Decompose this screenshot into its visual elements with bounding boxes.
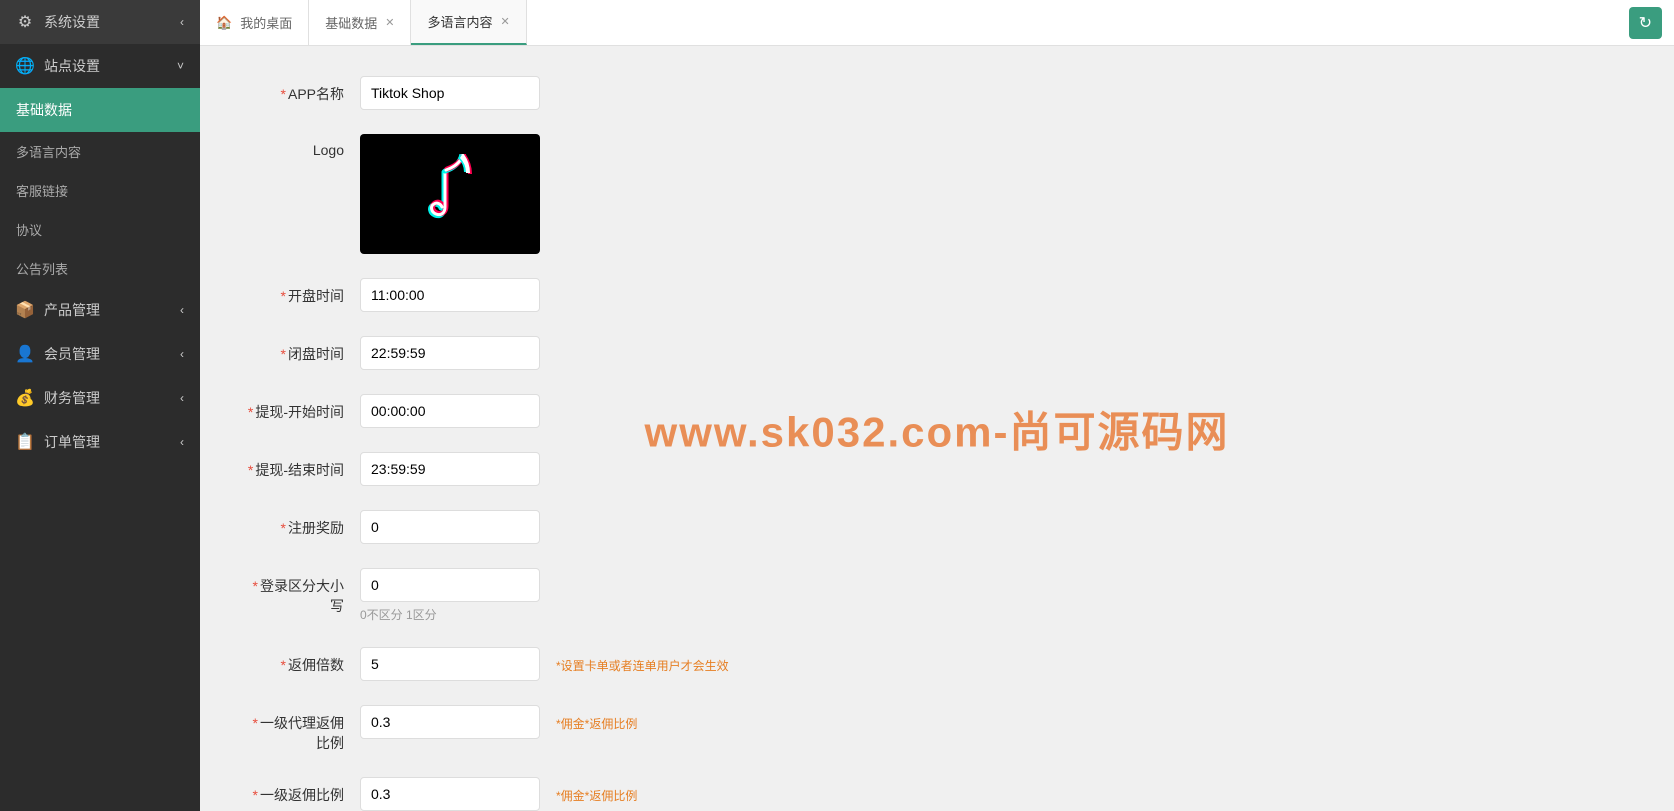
sidebar-item-label: 会员管理 xyxy=(44,344,100,364)
tiktok-logo-image xyxy=(410,154,490,234)
chevron-left-icon: ‹ xyxy=(180,303,184,317)
logo-box[interactable] xyxy=(360,134,540,254)
rebate-multiplier-label: 返佣倍数 xyxy=(240,647,360,675)
form-row-logo: Logo xyxy=(240,134,1634,254)
close-time-control xyxy=(360,336,540,370)
form-row-level1-rebate: 一级返佣比例 *佣金*返佣比例 xyxy=(240,777,1634,811)
finance-icon: 💰 xyxy=(16,389,34,407)
tab-bar: 🏠 我的桌面 基础数据 ✕ 多语言内容 ✕ ↻ xyxy=(200,0,1674,46)
tab-label: 基础数据 xyxy=(325,13,377,32)
form-row-login-case: 登录区分大小写 0不区分 1区分 xyxy=(240,568,1634,623)
form-row-rebate-multiplier: 返佣倍数 *设置卡单或者连单用户才会生效 xyxy=(240,647,1634,681)
rebate-multiplier-control xyxy=(360,647,540,681)
sidebar-item-label: 产品管理 xyxy=(44,300,100,320)
logo-label: Logo xyxy=(240,134,360,158)
sidebar-item-member-mgmt[interactable]: 👤 会员管理 ‹ xyxy=(0,332,200,376)
site-icon: 🌐 xyxy=(16,57,34,75)
sidebar-item-label: 公告列表 xyxy=(16,262,68,277)
sidebar-item-label: 客服链接 xyxy=(16,184,68,199)
agent1-rebate-input[interactable] xyxy=(360,705,540,739)
sidebar-item-label: 财务管理 xyxy=(44,388,100,408)
level1-rebate-input[interactable] xyxy=(360,777,540,811)
agent1-rebate-label: 一级代理返佣比例 xyxy=(240,705,360,753)
app-name-label: APP名称 xyxy=(240,76,360,104)
sidebar: ⚙ 系统设置 ‹ 🌐 站点设置 ˅ 基础数据 多语言内容 客服链接 协议 公告列… xyxy=(0,0,200,811)
close-time-label: 闭盘时间 xyxy=(240,336,360,364)
agent1-rebate-control xyxy=(360,705,540,739)
app-name-input[interactable] xyxy=(360,76,540,110)
form-row-withdraw-start: 提现-开始时间 xyxy=(240,394,1634,428)
tab-my-desktop[interactable]: 🏠 我的桌面 xyxy=(200,0,309,45)
open-time-input[interactable] xyxy=(360,278,540,312)
sidebar-item-system-settings[interactable]: ⚙ 系统设置 ‹ xyxy=(0,0,200,44)
withdraw-start-label: 提现-开始时间 xyxy=(240,394,360,422)
sidebar-item-basic-data[interactable]: 基础数据 xyxy=(0,88,200,132)
tab-label: 我的桌面 xyxy=(240,13,292,32)
tab-label: 多语言内容 xyxy=(427,12,492,31)
sidebar-item-label: 多语言内容 xyxy=(16,145,81,160)
chevron-left-icon: ‹ xyxy=(180,391,184,405)
form-row-register-reward: 注册奖励 xyxy=(240,510,1634,544)
main-content: 🏠 我的桌面 基础数据 ✕ 多语言内容 ✕ ↻ www.sk032.com-尚可… xyxy=(200,0,1674,811)
login-case-input[interactable] xyxy=(360,568,540,602)
login-case-hint: 0不区分 1区分 xyxy=(360,606,540,623)
chevron-left-icon: ‹ xyxy=(180,15,184,29)
gear-icon: ⚙ xyxy=(16,13,34,31)
tab-basic-data[interactable]: 基础数据 ✕ xyxy=(309,0,411,45)
sidebar-item-announcement[interactable]: 公告列表 xyxy=(0,249,200,288)
form-row-app-name: APP名称 xyxy=(240,76,1634,110)
agent1-rebate-hint: *佣金*返佣比例 xyxy=(556,705,637,732)
sidebar-item-label: 协议 xyxy=(16,223,42,238)
level1-rebate-control xyxy=(360,777,540,811)
sidebar-item-label: 系统设置 xyxy=(44,12,100,32)
level1-rebate-label: 一级返佣比例 xyxy=(240,777,360,805)
chevron-left-icon: ‹ xyxy=(180,347,184,361)
login-case-control: 0不区分 1区分 xyxy=(360,568,540,623)
open-time-control xyxy=(360,278,540,312)
sidebar-item-order-mgmt[interactable]: 📋 订单管理 ‹ xyxy=(0,420,200,464)
sidebar-item-label: 基础数据 xyxy=(16,100,72,120)
register-reward-input[interactable] xyxy=(360,510,540,544)
sidebar-item-label: 站点设置 xyxy=(44,56,100,76)
withdraw-end-label: 提现-结束时间 xyxy=(240,452,360,480)
home-icon: 🏠 xyxy=(216,15,232,31)
register-reward-control xyxy=(360,510,540,544)
rebate-multiplier-hint: *设置卡单或者连单用户才会生效 xyxy=(556,647,729,674)
sidebar-item-agreement[interactable]: 协议 xyxy=(0,210,200,249)
member-icon: 👤 xyxy=(16,345,34,363)
sidebar-item-site-settings[interactable]: 🌐 站点设置 ˅ xyxy=(0,44,200,88)
open-time-label: 开盘时间 xyxy=(240,278,360,306)
page-content: www.sk032.com-尚可源码网 APP名称 Logo xyxy=(200,46,1674,811)
withdraw-start-input[interactable] xyxy=(360,394,540,428)
rebate-multiplier-input[interactable] xyxy=(360,647,540,681)
tab-close-basic-data[interactable]: ✕ xyxy=(385,16,394,29)
chevron-down-icon: ˅ xyxy=(177,59,184,73)
tab-close-multilang[interactable]: ✕ xyxy=(500,15,509,28)
sidebar-item-label: 订单管理 xyxy=(44,432,100,452)
withdraw-end-control xyxy=(360,452,540,486)
chevron-left-icon: ‹ xyxy=(180,435,184,449)
tab-multilang-content[interactable]: 多语言内容 ✕ xyxy=(411,0,526,45)
logo-control xyxy=(360,134,540,254)
level1-rebate-hint: *佣金*返佣比例 xyxy=(556,777,637,804)
withdraw-end-input[interactable] xyxy=(360,452,540,486)
login-case-label: 登录区分大小写 xyxy=(240,568,360,616)
form-row-withdraw-end: 提现-结束时间 xyxy=(240,452,1634,486)
app-name-control xyxy=(360,76,540,110)
withdraw-start-control xyxy=(360,394,540,428)
form-row-close-time: 闭盘时间 xyxy=(240,336,1634,370)
form-row-open-time: 开盘时间 xyxy=(240,278,1634,312)
register-reward-label: 注册奖励 xyxy=(240,510,360,538)
sidebar-item-multilang[interactable]: 多语言内容 xyxy=(0,132,200,171)
sidebar-item-finance-mgmt[interactable]: 💰 财务管理 ‹ xyxy=(0,376,200,420)
sidebar-item-product-mgmt[interactable]: 📦 产品管理 ‹ xyxy=(0,288,200,332)
product-icon: 📦 xyxy=(16,301,34,319)
form-row-agent1-rebate: 一级代理返佣比例 *佣金*返佣比例 xyxy=(240,705,1634,753)
order-icon: 📋 xyxy=(16,433,34,451)
refresh-button[interactable]: ↻ xyxy=(1629,7,1662,39)
sidebar-item-customer-link[interactable]: 客服链接 xyxy=(0,171,200,210)
close-time-input[interactable] xyxy=(360,336,540,370)
tab-bar-right: ↻ xyxy=(1629,7,1674,39)
